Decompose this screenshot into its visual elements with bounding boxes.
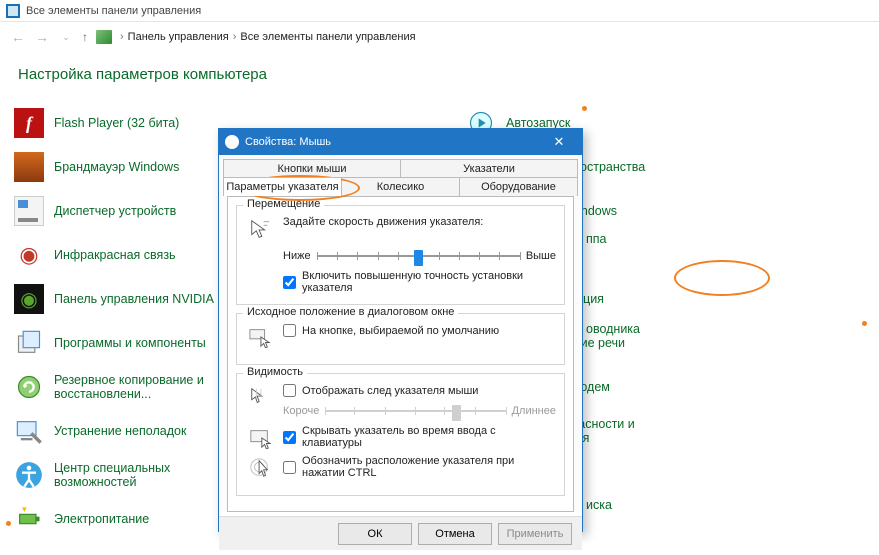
dialog-title: Свойства: Мышь — [245, 136, 331, 148]
ctrl-locate-label: Обозначить расположение указателя при на… — [302, 455, 556, 479]
backup-icon — [14, 372, 44, 402]
trail-short-label: Короче — [283, 405, 319, 417]
cancel-button[interactable]: Отмена — [418, 523, 492, 545]
ctrl-locate-checkbox[interactable] — [283, 461, 296, 474]
snap-to-checkbox[interactable] — [283, 324, 296, 337]
infrared-icon: ◉ — [14, 240, 44, 270]
pointer-trail-label: Отображать след указателя мыши — [302, 385, 478, 397]
pointer-trail-slider — [325, 403, 505, 419]
cp-item-accessibility[interactable]: Центр специальных возможностей — [14, 453, 214, 497]
breadcrumb[interactable]: › Панель управления › Все элементы панел… — [96, 30, 416, 44]
partial-text-1: ппа — [586, 232, 607, 246]
group-visibility: Видимость Отображать след указателя мыши… — [236, 373, 565, 496]
tab-wheel[interactable]: Колесико — [341, 177, 459, 196]
enhance-precision-label: Включить повышенную точность установки у… — [302, 270, 556, 294]
close-icon[interactable]: ✕ — [542, 134, 576, 150]
ctrl-locate-icon — [245, 455, 275, 481]
pointer-speed-slider[interactable] — [317, 248, 520, 264]
page-title: Настройка параметров компьютера — [0, 52, 879, 91]
apply-button[interactable]: Применить — [498, 523, 572, 545]
troubleshoot-icon — [14, 416, 44, 446]
window-title: Все элементы панели управления — [26, 5, 201, 17]
flash-icon: f — [14, 108, 44, 138]
tab-pointers[interactable]: Указатели — [400, 159, 578, 178]
cp-item-infrared[interactable]: ◉Инфракрасная связь — [14, 233, 214, 277]
dialog-icon — [225, 135, 239, 149]
tab-hardware[interactable]: Оборудование — [459, 177, 578, 196]
slow-label: Ниже — [283, 250, 311, 262]
hide-pointer-label: Скрывать указатель во время ввода с клав… — [302, 425, 556, 449]
dialog-titlebar[interactable]: Свойства: Мышь ✕ — [219, 129, 582, 155]
accessibility-icon — [14, 460, 44, 490]
cp-item-power[interactable]: Электропитание — [14, 497, 214, 541]
tab-body: Перемещение Задайте скорость движения ук… — [227, 196, 574, 512]
snap-to-icon — [245, 324, 275, 350]
enhance-precision-checkbox[interactable] — [283, 276, 296, 289]
mouse-properties-dialog: Свойства: Мышь ✕ Кнопки мыши Указатели П… — [218, 128, 583, 532]
cp-item-troubleshoot[interactable]: Устранение неполадок — [14, 409, 214, 453]
control-panel-small-icon — [96, 30, 112, 44]
speed-label: Задайте скорость движения указателя: — [283, 216, 483, 228]
hide-pointer-icon — [245, 425, 275, 451]
group-snap-to: Исходное положение в диалоговом окне На … — [236, 313, 565, 365]
partial-text-3: иска — [586, 498, 612, 512]
nvidia-icon: ◉ — [14, 284, 44, 314]
group-motion: Перемещение Задайте скорость движения ук… — [236, 205, 565, 305]
cp-item-flash[interactable]: fFlash Player (32 бита) — [14, 101, 214, 145]
window-titlebar: Все элементы панели управления — [0, 0, 879, 22]
cp-item-firewall[interactable]: Брандмауэр Windows — [14, 145, 214, 189]
programs-icon — [14, 328, 44, 358]
pointer-speed-icon — [245, 216, 275, 242]
cp-item-nvidia[interactable]: ◉Панель управления NVIDIA — [14, 277, 214, 321]
pointer-trail-icon — [245, 384, 275, 410]
firewall-icon — [14, 152, 44, 182]
tab-buttons[interactable]: Кнопки мыши — [223, 159, 400, 178]
annotation-dot — [862, 321, 867, 326]
hide-pointer-checkbox[interactable] — [283, 431, 296, 444]
snap-to-label: На кнопке, выбираемой по умолчанию — [302, 325, 499, 337]
power-icon — [14, 504, 44, 534]
nav-bar: ← → ⌄ ↑ › Панель управления › Все элемен… — [0, 22, 879, 52]
cp-item-backup[interactable]: Резервное копирование и восстановлени... — [14, 365, 214, 409]
pointer-trail-checkbox[interactable] — [283, 384, 296, 397]
back-icon[interactable]: ← — [10, 29, 26, 45]
annotation-dot — [6, 521, 11, 526]
partial-text-2: оводника — [586, 322, 640, 336]
trail-long-label: Длиннее — [512, 405, 556, 417]
up-icon[interactable]: ↑ — [82, 30, 88, 44]
ok-button[interactable]: ОК — [338, 523, 412, 545]
recent-dropdown-icon[interactable]: ⌄ — [58, 32, 74, 43]
tab-pointer-options[interactable]: Параметры указателя — [223, 177, 341, 196]
device-manager-icon — [14, 196, 44, 226]
annotation-dot — [582, 106, 587, 111]
fast-label: Выше — [526, 250, 556, 262]
forward-icon[interactable]: → — [34, 29, 50, 45]
cp-item-device-manager[interactable]: Диспетчер устройств — [14, 189, 214, 233]
control-panel-icon — [6, 4, 20, 18]
cp-item-programs[interactable]: Программы и компоненты — [14, 321, 214, 365]
